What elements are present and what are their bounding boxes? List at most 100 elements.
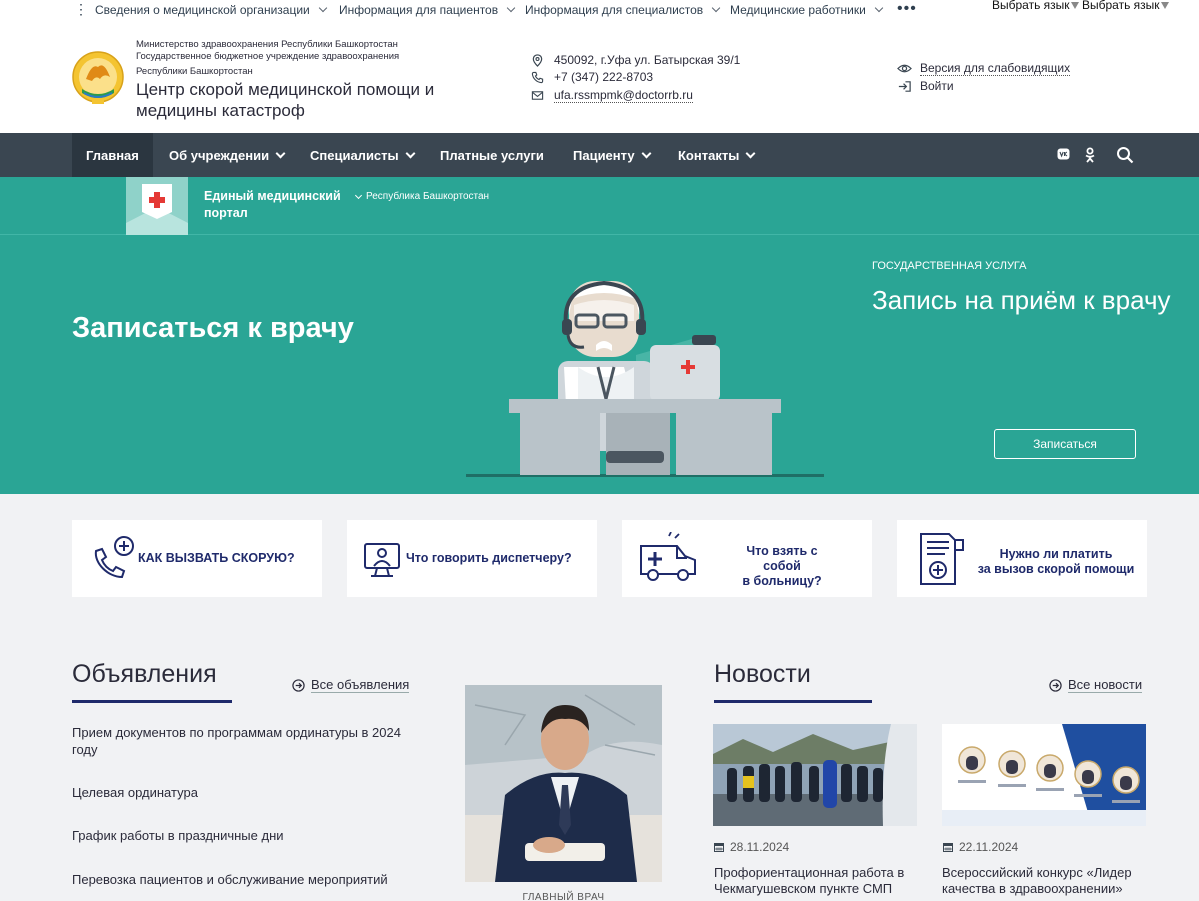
nav-item-home[interactable]: Главная <box>72 133 153 177</box>
phone-icon <box>531 71 544 83</box>
portal-logo[interactable] <box>126 177 188 235</box>
organization-title[interactable]: Центр скорой медицинской помощи и медици… <box>136 79 456 121</box>
info-card-hospital-items[interactable]: Что взять с собой в больницу? <box>622 520 872 597</box>
ministry-name: Министерство здравоохранения Республики … <box>136 39 398 50</box>
chief-doctor-photo <box>465 685 662 882</box>
news-date-2: 22.11.2024 <box>943 840 1018 854</box>
language-select-2[interactable]: Выбрать язык <box>1082 0 1169 12</box>
announcements-underline <box>72 700 232 703</box>
announcement-item[interactable]: График работы в праздничные дни <box>72 827 412 844</box>
site-header: Министерство здравоохранения Республики … <box>0 22 1199 133</box>
topbar-menu-label: Информация для пациентов <box>339 3 499 17</box>
announcement-item[interactable]: Перевозка пациентов и обслуживание мероп… <box>72 871 412 888</box>
dropdown-arrow-icon <box>1070 2 1079 9</box>
address-text: 450092, г.Уфа ул. Батырская 39/1 <box>554 53 741 67</box>
chevron-down-icon <box>641 148 652 158</box>
news-title-1[interactable]: Профориентационная работа в Чекмагушевск… <box>714 865 924 897</box>
language-select-1[interactable]: Выбрать язык <box>992 0 1079 12</box>
announcement-item[interactable]: Прием документов по программам ординатур… <box>72 724 412 758</box>
news-image-2[interactable] <box>942 724 1146 826</box>
search-icon[interactable] <box>1116 146 1134 164</box>
republic-name: Республики Башкортостан <box>136 66 253 77</box>
main-navigation: Главная Об учреждении Специалисты Платны… <box>0 133 1199 177</box>
card-text-line1: Нужно ли платить <box>999 547 1113 561</box>
vk-icon[interactable] <box>1057 147 1070 161</box>
card-text-line2: в больницу? <box>742 574 822 588</box>
login-link[interactable]: Войти <box>897 79 954 93</box>
top-bar: ⋮ Сведения о медицинской организации Инф… <box>0 0 1199 22</box>
card-text: Что взять с собой в больницу? <box>727 544 837 589</box>
calendar-icon <box>943 843 953 852</box>
vertical-dots-icon[interactable]: ⋮ <box>74 2 88 16</box>
chevron-down-icon <box>275 148 286 158</box>
accessibility-link[interactable]: Версия для слабовидящих <box>897 61 1071 76</box>
news-date-text: 28.11.2024 <box>730 840 790 854</box>
info-card-dispatcher[interactable]: Что говорить диспетчеру? <box>347 520 597 597</box>
nav-item-label: Специалисты <box>310 147 399 163</box>
topbar-menu-medical-workers[interactable]: Медицинские работники <box>730 3 884 17</box>
announcements-title: Объявления <box>72 660 217 688</box>
info-card-payment[interactable]: Нужно ли платить за вызов скорой помощи <box>897 520 1147 597</box>
login-label: Войти <box>920 79 954 93</box>
news-image-1[interactable] <box>713 724 917 826</box>
chief-doctor-caption: ГЛАВНЫЙ ВРАЧ <box>522 892 605 901</box>
book-appointment-button[interactable]: Записаться <box>994 429 1136 459</box>
chief-doctor-portrait <box>465 685 662 882</box>
topbar-menu-org-info[interactable]: Сведения о медицинской организации <box>95 3 327 17</box>
phone-text: +7 (347) 222-8703 <box>554 70 654 84</box>
chevron-down-icon <box>354 191 363 199</box>
odnoklassniki-icon[interactable] <box>1084 147 1096 163</box>
news-date-text: 22.11.2024 <box>959 840 1019 854</box>
nav-item-about[interactable]: Об учреждении <box>155 133 298 177</box>
nav-item-specialists[interactable]: Специалисты <box>296 133 428 177</box>
all-news-link[interactable]: Все новости <box>1049 677 1143 693</box>
all-announcements-label: Все объявления <box>311 677 410 693</box>
nav-item-contacts[interactable]: Контакты <box>664 133 768 177</box>
all-announcements-link[interactable]: Все объявления <box>292 677 410 693</box>
doctor-at-desk-illustration <box>466 280 824 477</box>
eye-icon <box>897 64 912 73</box>
phone-plus-icon <box>94 536 134 579</box>
login-icon <box>898 80 911 92</box>
nav-item-label: Платные услуги <box>440 147 544 163</box>
contest-banner-image <box>942 724 1146 826</box>
nav-item-patients[interactable]: Пациенту <box>559 133 664 177</box>
mail-icon <box>531 91 544 100</box>
phone-item[interactable]: +7 (347) 222-8703 <box>531 70 653 84</box>
region-select[interactable]: Республика Башкортостан <box>354 191 489 202</box>
topbar-menu-patients[interactable]: Информация для пациентов <box>339 3 516 17</box>
dispatcher-monitor-icon <box>364 543 400 577</box>
nav-item-label: Главная <box>86 147 139 163</box>
hero-eyebrow: ГОСУДАРСТВЕННАЯ УСЛУГА <box>872 260 1027 272</box>
card-text-line2: за вызов скорой помощи <box>977 562 1135 576</box>
appointment-hero: Записаться к врачу ГОСУДАРСТВЕННАЯ УСЛУГ… <box>0 235 1199 494</box>
language-label: Выбрать язык <box>1082 0 1160 12</box>
dropdown-arrow-icon <box>1160 2 1169 9</box>
news-underline <box>714 700 872 703</box>
news-title-2[interactable]: Всероссийский конкурс «Лидер качества в … <box>942 865 1152 897</box>
topbar-menu-label: Информация для специалистов <box>525 3 704 17</box>
nav-item-paid-services[interactable]: Платные услуги <box>426 133 558 177</box>
news-title: Новости <box>714 660 811 688</box>
announcement-item[interactable]: Целевая ординатура <box>72 784 412 801</box>
hero-title: Записаться к врачу <box>72 312 354 344</box>
bashkortostan-emblem-logo[interactable] <box>72 49 124 107</box>
all-news-label: Все новости <box>1068 677 1143 693</box>
chevron-down-icon <box>318 3 327 13</box>
arrow-right-circle-icon <box>1049 678 1062 692</box>
nav-item-label: Пациенту <box>573 147 635 163</box>
location-pin-icon <box>532 53 543 67</box>
card-text: Что говорить диспетчеру? <box>406 551 572 565</box>
email-item[interactable]: ufa.rssmpmk@doctorrb.ru <box>531 88 693 103</box>
more-menu-icon[interactable]: ••• <box>897 0 917 18</box>
email-text: ufa.rssmpmk@doctorrb.ru <box>554 88 693 103</box>
chevron-down-icon <box>745 148 756 158</box>
topbar-menu-specialists[interactable]: Информация для специалистов <box>525 3 721 17</box>
chevron-down-icon <box>405 148 416 158</box>
info-card-call-ambulance[interactable]: КАК ВЫЗВАТЬ СКОРУЮ? <box>72 520 322 597</box>
portal-title[interactable]: Единый медицинский портал <box>204 188 354 222</box>
address-item: 450092, г.Уфа ул. Батырская 39/1 <box>531 53 740 67</box>
institution-type: Государственное бюджетное учреждение здр… <box>136 51 400 62</box>
card-text: КАК ВЫЗВАТЬ СКОРУЮ? <box>138 551 295 565</box>
chevron-down-icon <box>711 3 721 13</box>
